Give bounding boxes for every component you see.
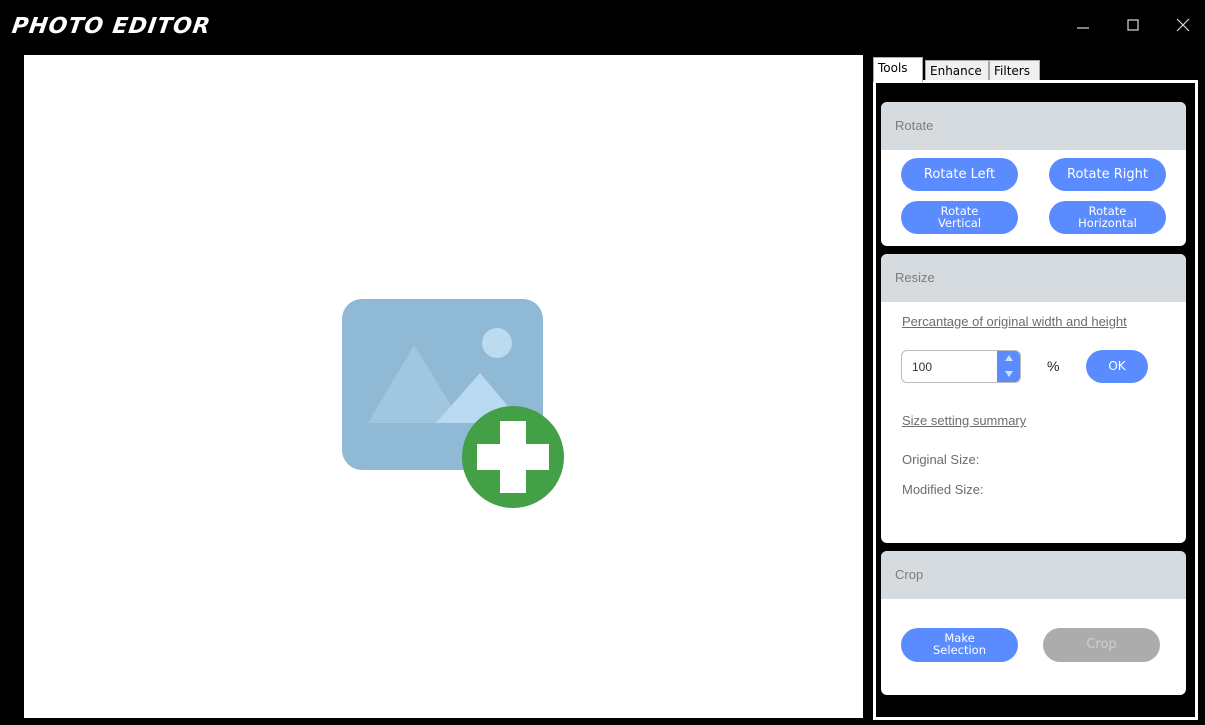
add-image-icon[interactable] (342, 299, 566, 509)
title-bar: PHOTO EDITOR (0, 0, 1205, 54)
caret-down-icon (1004, 371, 1013, 377)
maximize-icon (1127, 19, 1139, 31)
rotate-section: Rotate Rotate Left Rotate Right Rotate V… (881, 102, 1186, 246)
stepper-down-button[interactable] (997, 367, 1020, 382)
minimize-button[interactable] (1068, 12, 1098, 38)
rotate-header: Rotate (881, 102, 1186, 150)
rotate-horizontal-button[interactable]: Rotate Horizontal (1049, 201, 1166, 234)
rotate-left-button[interactable]: Rotate Left (901, 158, 1018, 191)
tab-filters[interactable]: Filters (989, 60, 1040, 81)
rotate-horizontal-label-2: Horizontal (1078, 216, 1137, 230)
stepper-up-button[interactable] (997, 351, 1020, 366)
maximize-button[interactable] (1118, 12, 1148, 38)
image-canvas[interactable] (24, 55, 863, 718)
rotate-right-button[interactable]: Rotate Right (1049, 158, 1166, 191)
modified-size-label: Modified Size: (902, 482, 984, 497)
crop-section: Crop Make Selection Crop (881, 551, 1186, 695)
crop-header: Crop (881, 551, 1186, 599)
tab-tools[interactable]: Tools (873, 57, 923, 82)
percentage-stepper[interactable] (901, 350, 1021, 383)
close-button[interactable] (1168, 12, 1198, 38)
make-selection-label-2: Selection (933, 643, 986, 657)
ok-button[interactable]: OK (1086, 350, 1148, 383)
rotate-vertical-label-2: Vertical (937, 216, 982, 230)
resize-section: Resize Percantage of original width and … (881, 254, 1186, 543)
crop-button[interactable]: Crop (1043, 628, 1160, 662)
percentage-input[interactable] (902, 351, 996, 382)
app-title: PHOTO EDITOR (10, 14, 213, 39)
caret-up-icon (1004, 355, 1013, 361)
percentage-link[interactable]: Percantage of original width and height (902, 314, 1127, 329)
rotate-vertical-button[interactable]: Rotate Vertical (901, 201, 1018, 234)
minimize-icon (1077, 27, 1089, 29)
make-selection-button[interactable]: Make Selection (901, 628, 1018, 662)
tab-enhance[interactable]: Enhance (925, 60, 989, 81)
stepper-buttons (997, 351, 1020, 382)
resize-header: Resize (881, 254, 1186, 302)
size-summary-link[interactable]: Size setting summary (902, 413, 1026, 428)
close-icon (1176, 18, 1190, 32)
original-size-label: Original Size: (902, 452, 980, 467)
percent-symbol: % (1047, 358, 1060, 374)
